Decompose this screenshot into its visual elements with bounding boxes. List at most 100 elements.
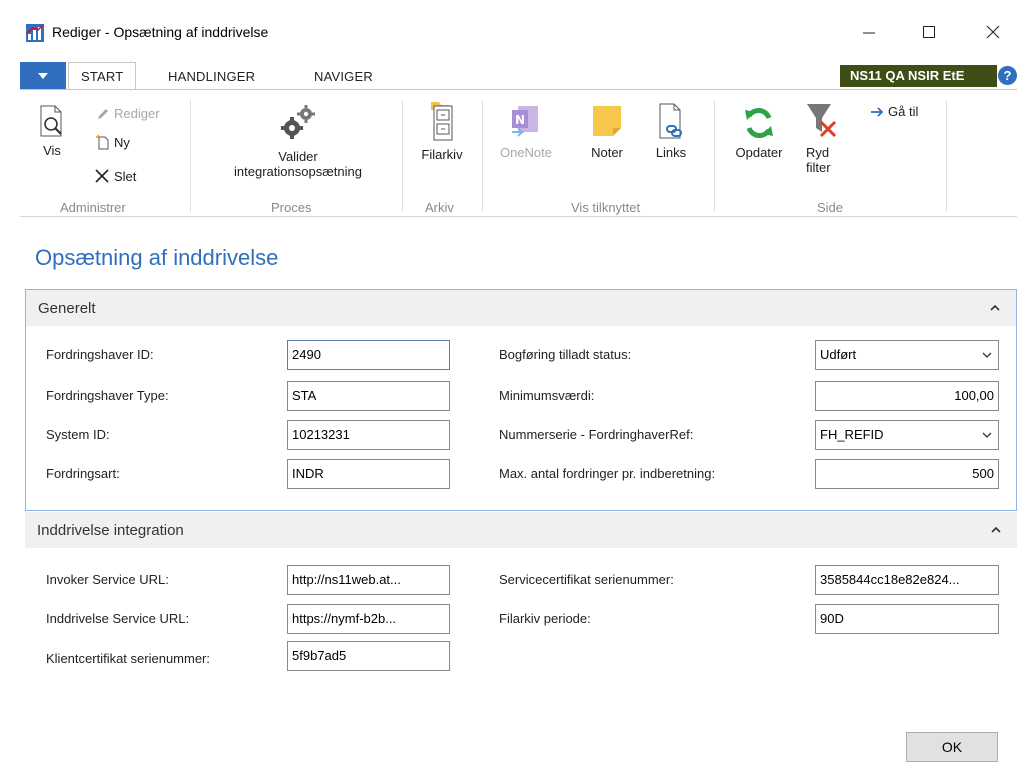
group-label-arkiv: Arkiv <box>425 200 454 215</box>
new-document-icon <box>96 134 109 150</box>
fasttab-integration[interactable]: Inddrivelse integration <box>25 512 1017 548</box>
ny-button[interactable]: Ny <box>96 134 130 150</box>
view-document-icon <box>40 105 62 137</box>
page-title: Opsætning af inddrivelse <box>35 245 279 270</box>
valider-label-1: Valider <box>278 149 318 164</box>
svg-text:N: N <box>515 113 525 127</box>
group-separator <box>190 100 191 212</box>
fordringsart-field[interactable]: INDR <box>287 459 450 489</box>
close-icon <box>986 25 1000 39</box>
clear-filter-icon <box>807 104 837 138</box>
valider-button[interactable]: Valider integrationsopsætning <box>206 102 390 179</box>
select-value: FH_REFID <box>820 427 884 442</box>
gears-icon <box>281 105 315 139</box>
environment-badge: NS11 QA NSIR EtE <box>840 65 997 87</box>
fordringshaver-id-field[interactable]: 2490 <box>287 340 450 370</box>
group-label-vis-tilknyttet: Vis tilknyttet <box>571 200 641 215</box>
rediger-button[interactable]: Rediger <box>96 106 160 121</box>
group-label-proces: Proces <box>271 200 312 215</box>
filarkiv-button[interactable]: Filarkiv <box>414 100 470 162</box>
tab-start[interactable]: START <box>68 62 137 90</box>
ribbon-body: Vis Rediger Ny Slet Administrer Valider … <box>20 89 1017 217</box>
group-separator <box>402 100 403 212</box>
onenote-label: OneNote <box>499 145 553 160</box>
chevron-up-icon[interactable] <box>989 523 1003 537</box>
filarkiv-label: Filarkiv <box>421 147 463 162</box>
file-cabinet-icon <box>431 102 453 141</box>
window-title: Rediger - Opsætning af inddrivelse <box>52 24 269 40</box>
select-value: Udført <box>820 347 857 362</box>
field-label: Fordringshaver Type: <box>46 388 169 403</box>
bogforing-status-select[interactable]: Udført <box>815 340 999 370</box>
invoker-url-field[interactable]: http://ns11web.at... <box>287 565 450 595</box>
pencil-icon <box>98 108 108 119</box>
field-label: Nummerserie - FordringhaverRef: <box>499 427 694 442</box>
maximize-button[interactable] <box>916 20 942 44</box>
field-label: Bogføring tilladt status: <box>499 347 632 362</box>
tab-naviger[interactable]: NAVIGER <box>314 62 373 90</box>
file-menu-button[interactable] <box>20 62 66 90</box>
slet-button[interactable]: Slet <box>94 168 136 184</box>
tab-handlinger[interactable]: HANDLINGER <box>168 62 255 90</box>
link-document-icon <box>659 103 682 139</box>
max-antal-field[interactable]: 500 <box>815 459 999 489</box>
gaa-til-button[interactable]: Gå til <box>870 104 918 119</box>
app-icon <box>26 24 44 42</box>
opdater-label: Opdater <box>735 145 783 160</box>
ny-label: Ny <box>114 134 130 150</box>
links-button[interactable]: Links <box>648 102 694 160</box>
gaa-til-label: Gå til <box>888 104 919 119</box>
help-icon[interactable]: ? <box>998 66 1017 85</box>
fasttab-title: Generelt <box>38 300 96 317</box>
onenote-button[interactable]: N OneNote <box>496 102 556 160</box>
fasttab-title: Inddrivelse integration <box>37 522 184 539</box>
nummerserie-select[interactable]: FH_REFID <box>815 420 999 450</box>
field-label: Servicecertifikat serienummer: <box>499 572 674 587</box>
noter-button[interactable]: Noter <box>582 102 632 160</box>
minimize-button[interactable] <box>856 20 882 44</box>
arrow-right-icon <box>871 106 884 117</box>
links-label: Links <box>655 145 687 160</box>
field-label: Klientcertifikat serienummer: <box>46 651 210 666</box>
ryd-filter-button[interactable]: Ryd filter <box>802 100 842 175</box>
dropdown-icon <box>38 73 48 79</box>
group-separator <box>946 100 947 212</box>
fasttab-header[interactable]: Generelt <box>26 290 1016 326</box>
ryd-label-2: filter <box>806 160 831 175</box>
note-icon <box>593 106 621 136</box>
field-label: Filarkiv periode: <box>499 611 591 626</box>
group-label-side: Side <box>817 200 844 215</box>
ok-button[interactable]: OK <box>906 732 998 762</box>
field-label: Max. antal fordringer pr. indberetning: <box>499 466 716 481</box>
slet-label: Slet <box>114 168 137 184</box>
opdater-button[interactable]: Opdater <box>724 104 794 160</box>
ryd-label-1: Ryd <box>806 145 830 160</box>
rediger-label: Rediger <box>114 106 160 121</box>
servicecertifikat-field[interactable]: 3585844cc18e82e824... <box>815 565 999 595</box>
field-label: Minimumsværdi: <box>499 388 595 403</box>
chevron-down-icon <box>982 432 992 438</box>
minimize-icon <box>863 32 875 34</box>
valider-label-2: integrationsopsætning <box>234 164 362 179</box>
group-label-administrer: Administrer <box>60 200 126 215</box>
group-separator <box>714 100 715 212</box>
system-id-field[interactable]: 10213231 <box>287 420 450 450</box>
minimumsvaerdi-field[interactable]: 100,00 <box>815 381 999 411</box>
chevron-up-icon[interactable] <box>988 301 1002 315</box>
title-bar: Rediger - Opsætning af inddrivelse <box>0 0 1017 58</box>
vis-label: Vis <box>43 143 61 158</box>
inddrivelse-url-field[interactable]: https://nymf-b2b... <box>287 604 450 634</box>
filarkiv-periode-field[interactable]: 90D <box>815 604 999 634</box>
maximize-icon <box>923 26 935 38</box>
group-separator <box>482 100 483 212</box>
klientcertifikat-field[interactable]: 5f9b7ad5 <box>287 641 450 671</box>
field-label: Fordringshaver ID: <box>46 347 154 362</box>
fordringshaver-type-field[interactable]: STA <box>287 381 450 411</box>
close-button[interactable] <box>980 20 1006 44</box>
vis-button[interactable]: Vis <box>32 104 72 158</box>
noter-label: Noter <box>591 145 623 160</box>
delete-icon <box>95 169 109 183</box>
ribbon-tabs: START HANDLINGER NAVIGER NS11 QA NSIR Et… <box>0 62 1017 90</box>
refresh-icon <box>745 108 773 138</box>
field-label: Inddrivelse Service URL: <box>46 611 190 626</box>
